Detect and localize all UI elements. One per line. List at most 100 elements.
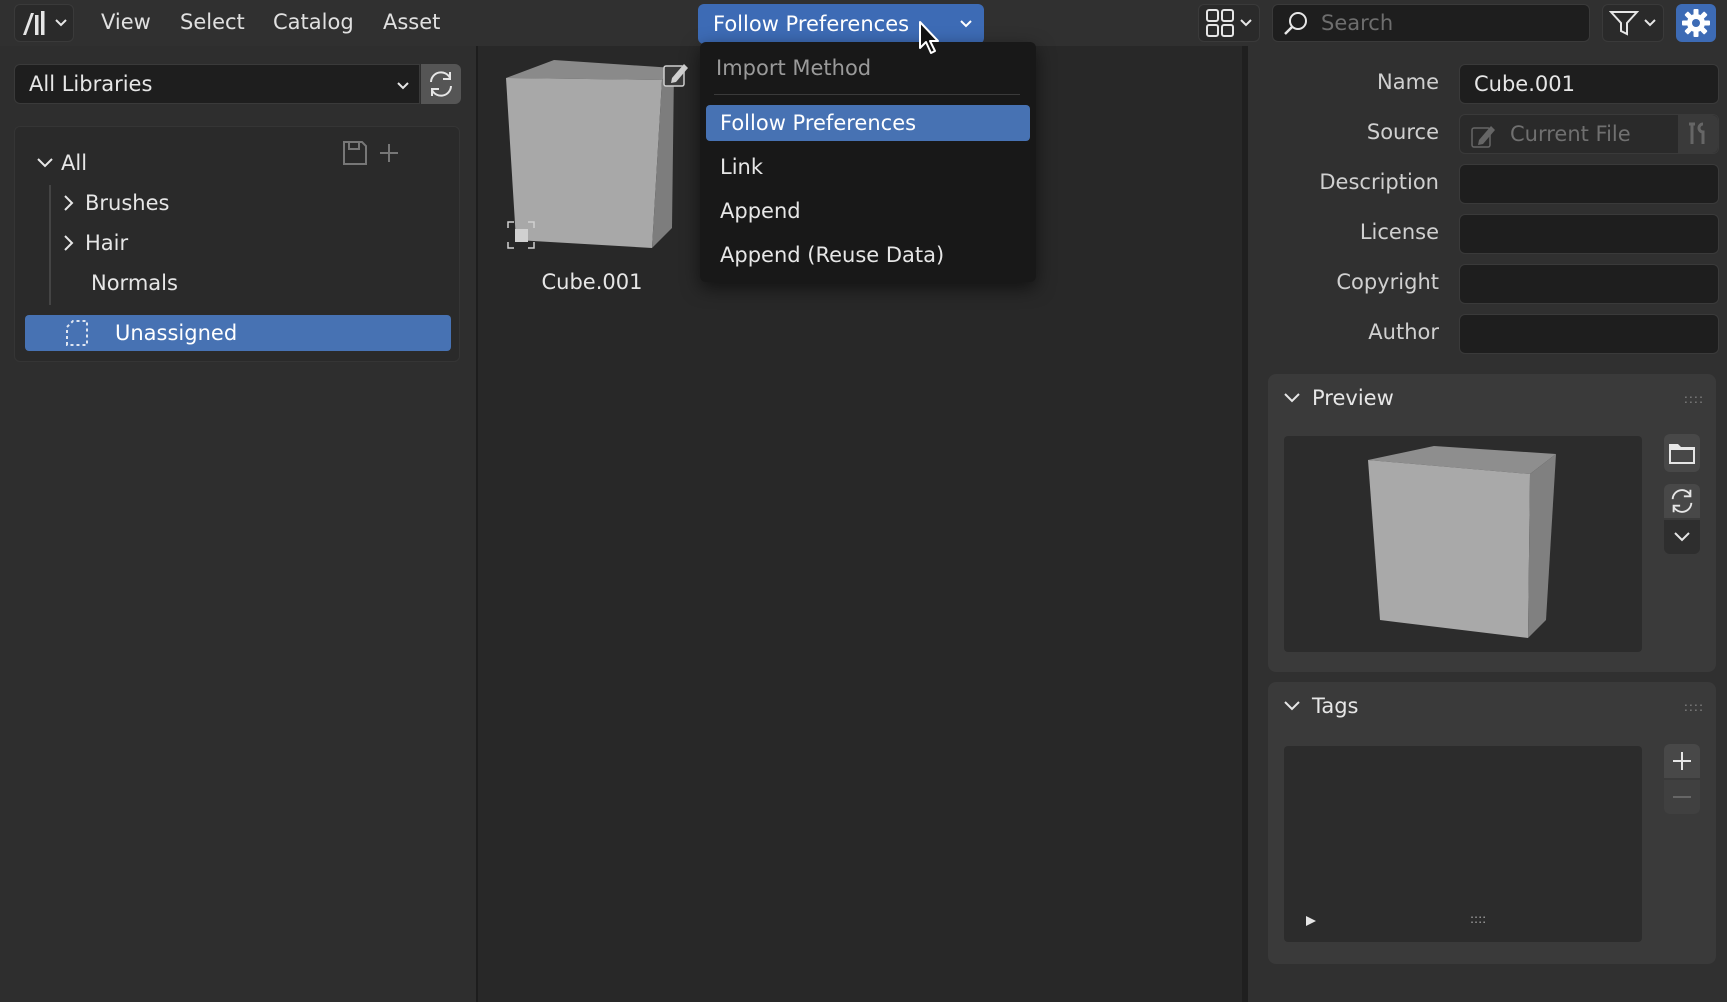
preview-panel: Preview :::: [1268, 374, 1716, 672]
description-label: Description [1319, 170, 1439, 194]
tags-panel-header[interactable]: Tags [1282, 694, 1359, 718]
editor-type-button[interactable] [14, 4, 74, 42]
author-label: Author [1368, 320, 1439, 344]
chevron-right-icon [64, 235, 74, 251]
menu-asset[interactable]: Asset [383, 10, 440, 34]
edit-file-icon [1471, 126, 1495, 148]
name-field[interactable]: Cube.001 [1459, 64, 1719, 104]
catalog-item-label: Normals [91, 271, 178, 295]
asset-browser-icon [23, 11, 45, 35]
description-field[interactable] [1459, 164, 1719, 204]
preview-panel-title: Preview [1312, 386, 1394, 410]
menu-separator [714, 94, 1020, 95]
catalog-item-unassigned[interactable]: Unassigned [25, 315, 451, 351]
chevron-down-icon [397, 82, 409, 90]
search-input[interactable] [1321, 11, 1571, 35]
catalog-tree: All Brushes Hair Normals Unassigned [14, 126, 460, 362]
preview-image [1284, 436, 1642, 652]
drag-handle-icon[interactable]: :::: [1684, 700, 1704, 714]
catalog-item-brushes[interactable]: Brushes [61, 185, 169, 221]
chevron-right-icon [64, 195, 74, 211]
menu-title: Import Method [716, 56, 872, 80]
option-label: Append (Reuse Data) [720, 243, 945, 267]
asset-tile[interactable]: Cube.001 [494, 56, 690, 294]
option-append[interactable]: Append [706, 193, 1030, 229]
preview-options-button[interactable] [1664, 520, 1700, 554]
name-value: Cube.001 [1474, 72, 1575, 96]
add-tag-button[interactable] [1664, 744, 1700, 778]
tags-list: :::: [1284, 746, 1642, 942]
license-label: License [1359, 220, 1439, 244]
catalog-item-label: Hair [85, 231, 129, 255]
menu-view[interactable]: View [101, 10, 151, 34]
license-field[interactable] [1459, 214, 1719, 254]
preview-thumbnail [1368, 446, 1556, 638]
plus-icon [1673, 752, 1691, 770]
open-source-button[interactable] [1678, 115, 1718, 153]
remove-tag-button[interactable] [1664, 780, 1700, 814]
catalog-sidebar: All Libraries All Brushes Hair Normals U… [0, 46, 476, 1002]
asset-properties-sidebar: Name Cube.001 Source Current File Descri… [1248, 46, 1727, 1002]
author-field[interactable] [1459, 314, 1719, 354]
chevron-down-icon [37, 158, 53, 168]
add-catalog-icon[interactable] [377, 141, 401, 165]
filter-button[interactable] [1602, 4, 1664, 42]
tools-icon [1689, 122, 1705, 144]
menu-select[interactable]: Select [180, 10, 245, 34]
load-preview-button[interactable] [1664, 434, 1700, 472]
edit-asset-icon[interactable] [662, 60, 690, 88]
source-field: Current File [1459, 114, 1719, 154]
play-icon[interactable] [1304, 914, 1318, 928]
source-value: Current File [1510, 122, 1631, 146]
copyright-label: Copyright [1336, 270, 1439, 294]
name-label: Name [1377, 70, 1439, 94]
option-label: Link [720, 155, 764, 179]
menu-catalog[interactable]: Catalog [273, 10, 354, 34]
chevron-down-icon [960, 20, 972, 28]
source-label: Source [1366, 120, 1439, 144]
tree-guide-line [49, 185, 51, 305]
save-catalog-icon[interactable] [341, 139, 369, 167]
regenerate-preview-button[interactable] [1664, 484, 1700, 518]
refresh-icon [1671, 489, 1693, 513]
folder-icon [1669, 444, 1695, 464]
unassigned-catalog-icon [66, 320, 88, 346]
option-follow-preferences[interactable]: Follow Preferences [706, 105, 1030, 141]
option-label: Append [720, 199, 801, 223]
copyright-field[interactable] [1459, 264, 1719, 304]
import-method-menu: Import Method Follow Preferences Link Ap… [700, 42, 1036, 282]
catalog-item-all[interactable]: All [35, 145, 87, 181]
display-mode-button[interactable] [1198, 4, 1260, 42]
asset-name: Cube.001 [541, 270, 643, 294]
object-type-icon [507, 221, 535, 249]
catalog-item-normals[interactable]: Normals [91, 265, 178, 301]
chevron-down-icon [1240, 19, 1252, 27]
library-select[interactable]: All Libraries [14, 64, 420, 104]
resize-handle-icon[interactable]: :::: [1470, 912, 1486, 926]
grid-view-icon [1206, 9, 1234, 37]
mouse-cursor-icon [919, 21, 939, 54]
chevron-down-icon [1644, 19, 1656, 27]
refresh-library-button[interactable] [421, 64, 461, 104]
catalog-item-hair[interactable]: Hair [61, 225, 128, 261]
import-method-value: Follow Preferences [713, 12, 910, 36]
gear-icon [1682, 9, 1710, 37]
asset-browser-header: View Select Catalog Asset Follow Prefere… [0, 0, 1727, 46]
settings-toggle-button[interactable] [1676, 4, 1716, 42]
library-select-value: All Libraries [29, 72, 153, 96]
catalog-item-label: Unassigned [115, 321, 238, 345]
option-append-reuse-data[interactable]: Append (Reuse Data) [706, 237, 1030, 273]
refresh-icon [430, 71, 452, 97]
minus-icon [1673, 796, 1691, 798]
chevron-down-icon [1284, 701, 1300, 711]
search-box[interactable] [1272, 4, 1590, 42]
tags-panel-title: Tags [1312, 694, 1359, 718]
chevron-down-icon [1674, 532, 1690, 542]
filter-icon [1609, 11, 1639, 36]
option-link[interactable]: Link [706, 149, 1030, 185]
drag-handle-icon[interactable]: :::: [1684, 392, 1704, 406]
search-icon [1284, 12, 1307, 35]
preview-panel-header[interactable]: Preview [1282, 386, 1394, 410]
tags-panel: Tags :::: :::: [1268, 682, 1716, 964]
option-label: Follow Preferences [720, 111, 917, 135]
